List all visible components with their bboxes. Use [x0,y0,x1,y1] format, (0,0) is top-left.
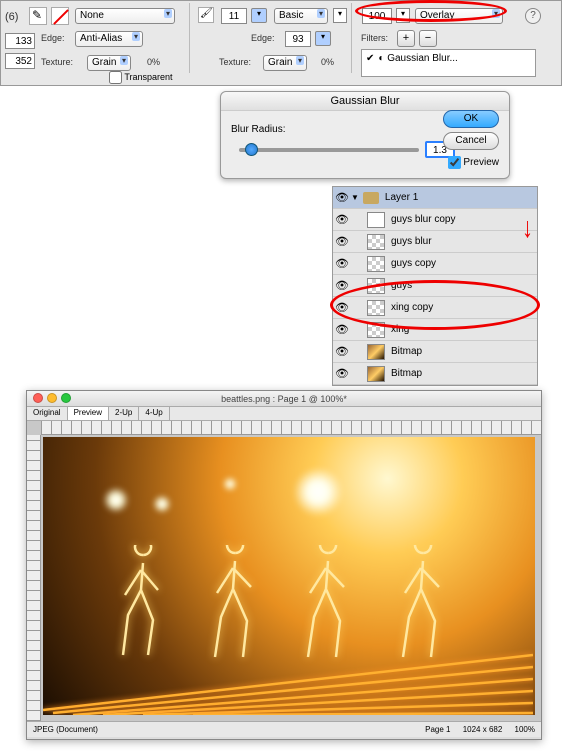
brush-size-input[interactable] [221,8,247,24]
status-zoom[interactable]: 100% [515,725,535,734]
edge2-input[interactable] [285,31,311,47]
visibility-icon[interactable]: 👁 [333,301,351,314]
document-window: beattles.png : Page 1 @ 100%* Original P… [26,390,542,740]
filter-item-gaussian[interactable]: ✔◐ Gaussian Blur... [362,50,535,67]
status-dimensions: 1024 x 682 [463,725,503,734]
stroke-style-arrow[interactable]: ▾ [333,8,347,23]
opacity-input[interactable] [362,8,392,24]
visibility-icon[interactable]: 👁 [333,213,351,226]
close-icon[interactable] [33,393,43,403]
tab-2up[interactable]: 2-Up [109,407,139,420]
texture2-label: Texture: [219,57,251,67]
status-filetype: JPEG (Document) [33,725,98,734]
view-tabs: Original Preview 2-Up 4-Up [27,407,541,421]
transparent-checkbox[interactable]: Transparent [109,71,173,84]
vertical-ruler[interactable] [27,435,41,721]
streetlight-glow [223,477,237,491]
layers-panel: 👁 ▼ Layer 1 👁guys blur copy 👁guys blur 👁… [332,186,538,386]
texture-label: Texture: [41,57,73,67]
canvas[interactable] [43,437,535,715]
visibility-icon[interactable]: 👁 [333,191,351,204]
horizontal-ruler[interactable] [41,421,541,435]
layer-row[interactable]: 👁guys copy [333,253,537,275]
blur-radius-label: Blur Radius: [231,124,285,135]
tab-4up[interactable]: 4-Up [139,407,169,420]
filters-label: Filters: [361,33,388,43]
layer-row[interactable]: 👁guys blur [333,231,537,253]
walking-figure [203,545,273,665]
walking-figure [298,545,368,665]
folder-icon [363,192,379,204]
canvas-area [27,421,541,721]
label-6: (6) [5,11,18,23]
visibility-icon[interactable]: 👁 [333,279,351,292]
visibility-icon[interactable]: 👁 [333,367,351,380]
pencil-tool-icon[interactable] [29,7,47,25]
width-input[interactable] [5,33,35,49]
texture-dropdown[interactable]: Grain [87,55,131,71]
layer-row[interactable]: 👁Bitmap [333,341,537,363]
visibility-icon[interactable]: 👁 [333,345,351,358]
texture2-pct: 0% [321,57,334,67]
options-toolbar: (6) None Edge: Anti-Alias Texture: Grain… [0,0,562,86]
blur-radius-slider[interactable] [239,148,419,152]
walking-figure [113,545,183,665]
gaussian-blur-dialog: Gaussian Blur Blur Radius: 1.3 OK Cancel… [220,91,510,179]
remove-filter-button[interactable]: − [419,30,437,47]
status-page[interactable]: Page 1 [425,725,450,734]
layer-row[interactable]: 👁Bitmap [333,363,537,385]
brush-size-dropdown[interactable]: ▾ [251,8,267,23]
window-controls[interactable] [33,393,71,403]
edge2-label: Edge: [251,33,275,43]
tab-preview[interactable]: Preview [68,407,109,420]
layer-row[interactable]: 👁guys [333,275,537,297]
streetlight-glow [153,495,171,513]
edge-dropdown[interactable]: Anti-Alias [75,31,143,47]
blend-mode-dropdown[interactable]: Overlay [415,8,503,24]
opacity-dropdown[interactable]: ▾ [396,8,410,23]
texture-pct: 0% [147,57,160,67]
edge2-dropdown[interactable]: ▾ [315,31,331,46]
stroke-dropdown[interactable]: None [75,8,175,24]
document-title: beattles.png : Page 1 @ 100%* [27,391,541,407]
no-stroke-icon[interactable] [51,7,69,25]
zoom-icon[interactable] [61,393,71,403]
toolbar-divider [189,3,190,73]
dialog-title: Gaussian Blur [221,92,509,111]
streetlight-glow [293,467,343,517]
window-titlebar[interactable]: beattles.png : Page 1 @ 100%* [27,391,541,407]
minimize-icon[interactable] [47,393,57,403]
texture2-dropdown[interactable]: Grain [263,55,307,71]
tab-original[interactable]: Original [27,407,68,420]
preview-checkbox[interactable]: Preview [448,156,499,169]
visibility-icon[interactable]: 👁 [333,257,351,270]
edge-label: Edge: [41,33,65,43]
add-filter-button[interactable]: + [397,30,415,47]
slider-thumb[interactable] [245,143,258,156]
layer-row[interactable]: 👁xing copy [333,297,537,319]
toolbar-divider2 [351,3,352,73]
expand-icon[interactable]: ▼ [351,193,359,202]
layer-row[interactable]: 👁guys blur copy [333,209,537,231]
streetlight-glow [103,487,129,513]
visibility-icon[interactable]: 👁 [333,323,351,336]
walking-figure [393,545,463,665]
help-icon[interactable]: ? [525,8,541,24]
brush-icon[interactable] [198,7,214,23]
ok-button[interactable]: OK [443,110,499,128]
height-input[interactable] [5,53,35,69]
layer-folder[interactable]: 👁 ▼ Layer 1 [333,187,537,209]
cancel-button[interactable]: Cancel [443,132,499,150]
status-bar: JPEG (Document) Page 1 1024 x 682 100% [27,721,541,737]
layer-row[interactable]: 👁xing [333,319,537,341]
visibility-icon[interactable]: 👁 [333,235,351,248]
filter-list: ✔◐ Gaussian Blur... [361,49,536,77]
stroke-style-dropdown[interactable]: Basic [274,8,328,24]
annotation-arrow-icon: ↓ [522,211,533,245]
